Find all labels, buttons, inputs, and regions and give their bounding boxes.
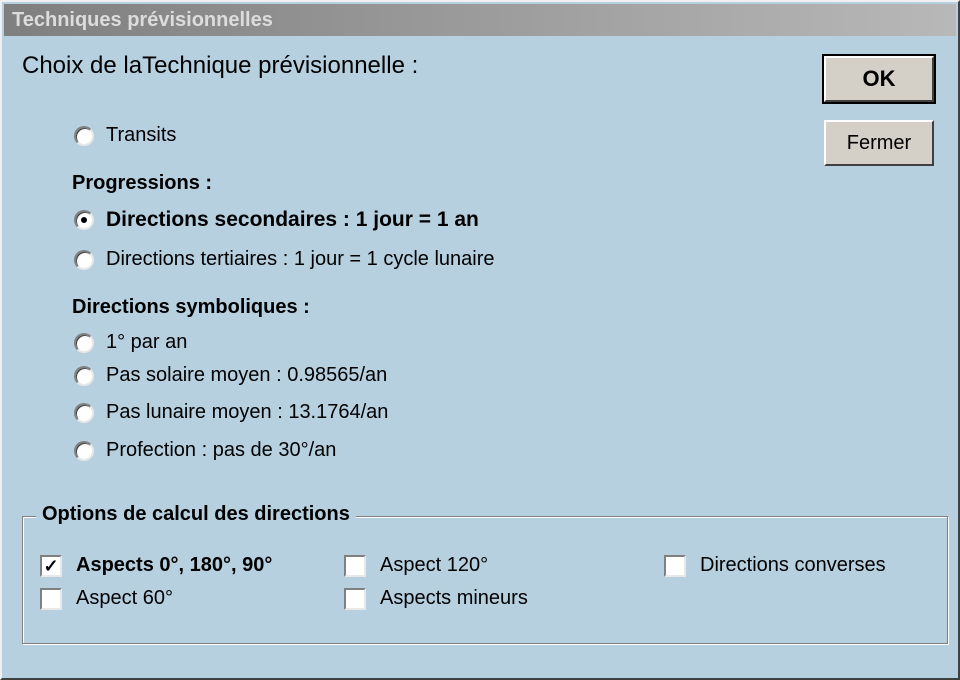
radio-label: Directions secondaires : 1 jour = 1 an (106, 208, 479, 231)
checkbox-label: Aspects mineurs (380, 587, 528, 609)
checkbox-checked-icon[interactable]: ✓ (40, 554, 62, 577)
checkbox-aspects-minor[interactable]: Aspects mineurs (344, 587, 528, 610)
radio-label: Profection : pas de 30°/an (106, 439, 337, 461)
checkbox-label: Directions converses (700, 554, 886, 576)
radio-button-icon[interactable] (74, 402, 94, 423)
radio-button-icon[interactable] (74, 440, 94, 461)
radio-button-selected-icon[interactable] (74, 210, 94, 230)
checkbox-icon[interactable] (344, 554, 366, 577)
radio-label: 1° par an (106, 331, 188, 353)
ok-button[interactable]: OK (822, 54, 936, 104)
radio-secondary-directions[interactable]: Directions secondaires : 1 jour = 1 an (74, 208, 479, 232)
calc-options-groupbox (22, 516, 948, 644)
checkbox-label: Aspect 60° (76, 587, 173, 609)
radio-label: Directions tertiaires : 1 jour = 1 cycle… (106, 248, 495, 270)
radio-solar-step[interactable]: Pas solaire moyen : 0.98565/an (74, 364, 387, 387)
radio-one-degree[interactable]: 1° par an (74, 331, 187, 354)
checkbox-aspects-major[interactable]: ✓ Aspects 0°, 180°, 90° (40, 554, 272, 577)
radio-tertiary-directions[interactable]: Directions tertiaires : 1 jour = 1 cycle… (74, 248, 495, 271)
calc-options-legend: Options de calcul des directions (36, 503, 356, 526)
checkbox-icon[interactable] (664, 554, 686, 577)
symbolic-directions-label: Directions symboliques : (72, 296, 310, 318)
close-button[interactable]: Fermer (824, 120, 934, 166)
radio-button-icon[interactable] (74, 365, 94, 386)
radio-transits[interactable]: Transits (74, 124, 176, 147)
checkbox-icon[interactable] (344, 587, 366, 610)
radio-button-icon[interactable] (74, 332, 94, 353)
checkbox-aspect-120[interactable]: Aspect 120° (344, 554, 488, 577)
progressions-label: Progressions : (72, 172, 213, 194)
checkbox-label: Aspect 120° (380, 554, 489, 576)
radio-label: Pas solaire moyen : 0.98565/an (106, 364, 388, 386)
checkbox-aspect-60[interactable]: Aspect 60° (40, 587, 173, 610)
radio-profection[interactable]: Profection : pas de 30°/an (74, 439, 336, 462)
radio-button-icon[interactable] (74, 125, 94, 146)
page-title: Choix de laTechnique prévisionnelle : (22, 52, 419, 79)
radio-lunar-step[interactable]: Pas lunaire moyen : 13.1764/an (74, 401, 388, 424)
radio-label: Transits (106, 124, 177, 146)
title-bar[interactable]: Techniques prévisionnelles (4, 4, 956, 36)
radio-button-icon[interactable] (74, 249, 94, 270)
checkbox-icon[interactable] (40, 587, 62, 610)
checkbox-label: Aspects 0°, 180°, 90° (76, 554, 273, 576)
checkbox-converse-directions[interactable]: Directions converses (664, 554, 886, 577)
radio-label: Pas lunaire moyen : 13.1764/an (106, 401, 389, 423)
